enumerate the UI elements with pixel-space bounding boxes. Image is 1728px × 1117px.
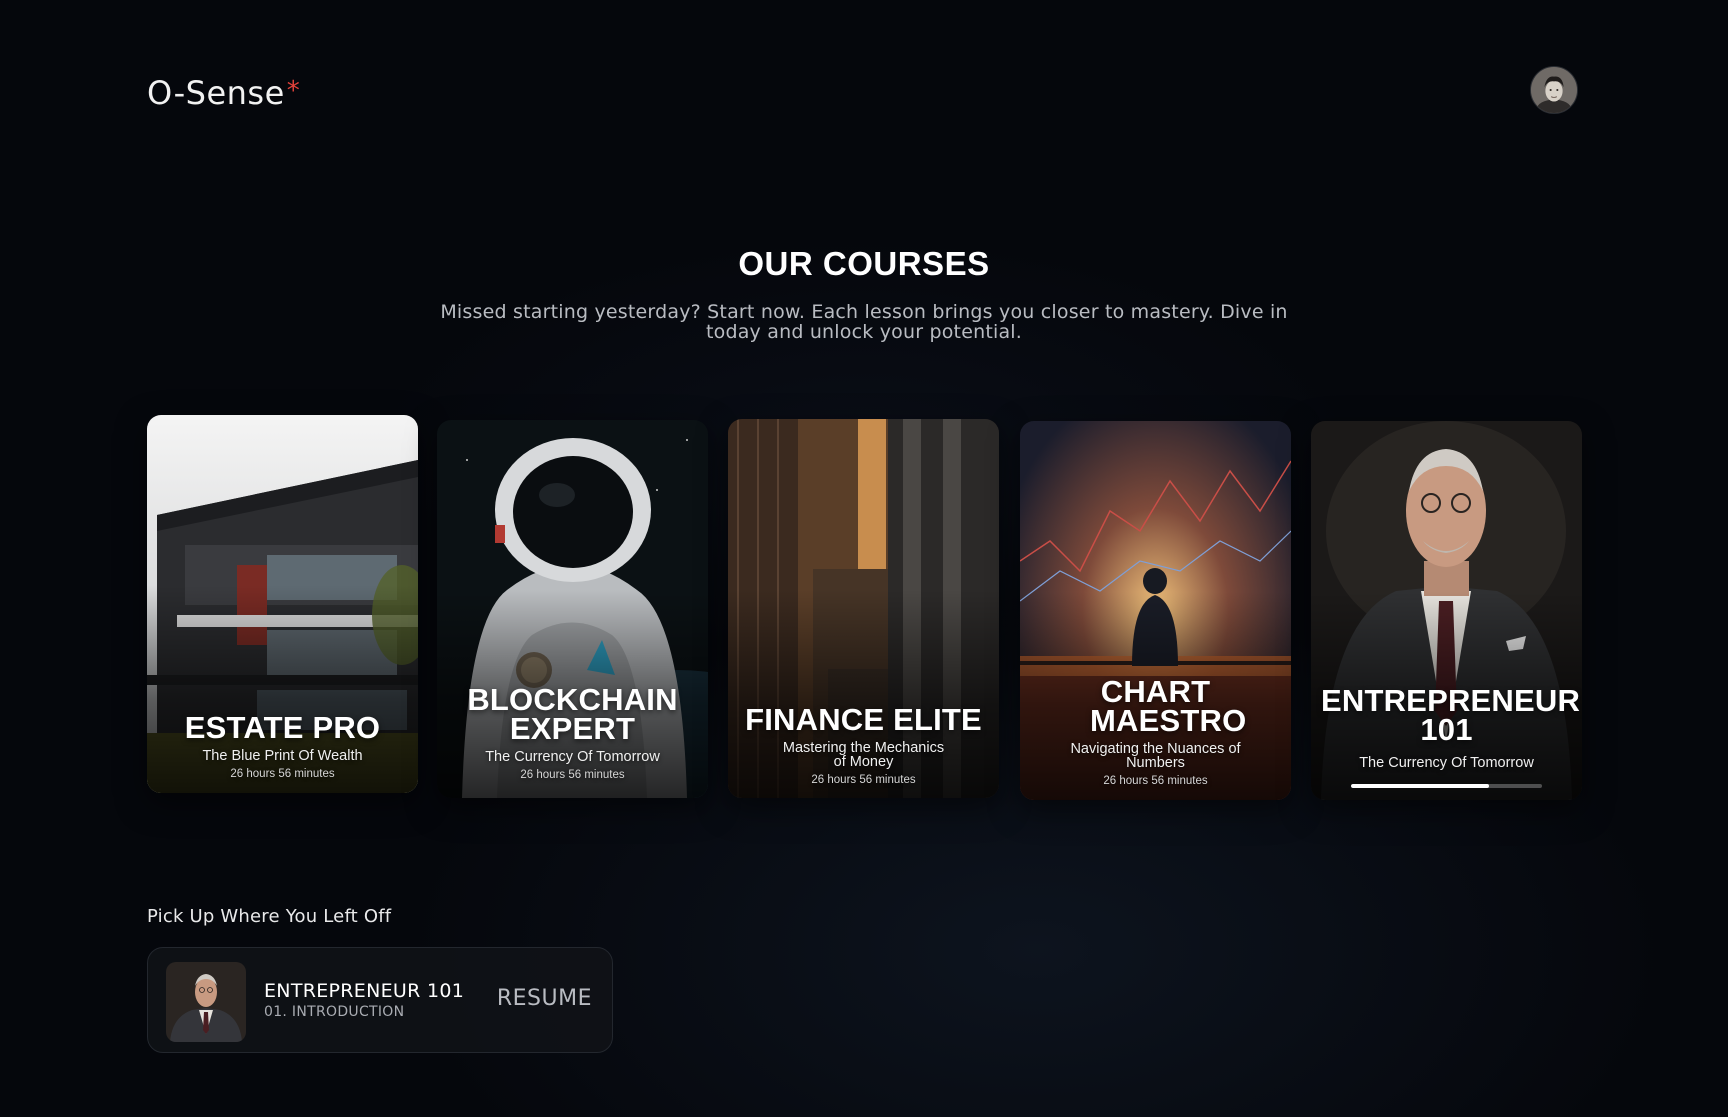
resume-course-card[interactable]: ENTREPRENEUR 101 01. INTRODUCTION RESUME	[147, 947, 613, 1053]
course-card-blockchain-expert[interactable]: BLOCKCHAIN EXPERT The Currency Of Tomorr…	[437, 420, 708, 798]
course-progress-fill	[1351, 784, 1489, 788]
course-text: BLOCKCHAIN EXPERT The Currency Of Tomorr…	[437, 682, 708, 781]
resume-lesson-title: 01. INTRODUCTION	[264, 1004, 405, 1020]
course-tagline: The Currency Of Tomorrow	[485, 749, 660, 765]
course-title: BLOCKCHAIN EXPERT	[467, 682, 678, 746]
resume-button[interactable]: RESUME	[497, 986, 592, 1011]
course-text: ENTREPRENEUR 101 The Currency Of Tomorro…	[1311, 683, 1582, 788]
course-duration: 26 hours 56 minutes	[1103, 775, 1208, 787]
brand-star-mark: *	[286, 76, 301, 106]
course-card-entrepreneur-101[interactable]: ENTREPRENEUR 101 The Currency Of Tomorro…	[1311, 421, 1582, 800]
course-card-finance-elite[interactable]: FINANCE ELITE Mastering the Mechanics of…	[728, 419, 999, 798]
continue-section-label: Pick Up Where You Left Off	[147, 906, 392, 927]
course-title: ENTREPRENEUR 101	[1321, 683, 1581, 747]
section-subtitle: Missed starting yesterday? Start now. Ea…	[440, 301, 1288, 343]
course-progress-bar	[1351, 784, 1542, 788]
course-tagline: The Currency Of Tomorrow	[1359, 755, 1534, 771]
course-duration: 26 hours 56 minutes	[811, 774, 916, 786]
course-duration: 26 hours 56 minutes	[230, 768, 335, 780]
course-tagline: Mastering the Mechanics of Money	[782, 740, 945, 770]
user-avatar-icon[interactable]	[1530, 66, 1578, 114]
brand-name: O-Sense	[147, 74, 285, 112]
course-text: ESTATE PRO The Blue Print Of Wealth 26 h…	[147, 710, 418, 780]
course-card-estate-pro[interactable]: ESTATE PRO The Blue Print Of Wealth 26 h…	[147, 415, 418, 793]
brand-logo[interactable]: O-Sense*	[147, 74, 300, 112]
course-card-chart-maestro[interactable]: CHART MAESTRO Navigating the Nuances of …	[1020, 421, 1291, 800]
course-title: CHART MAESTRO	[1090, 674, 1247, 738]
course-title: ESTATE PRO	[184, 710, 381, 745]
course-tagline: Navigating the Nuances of Numbers	[1070, 741, 1241, 771]
course-text: CHART MAESTRO Navigating the Nuances of …	[1020, 674, 1291, 787]
course-text: FINANCE ELITE Mastering the Mechanics of…	[728, 702, 999, 786]
course-duration: 26 hours 56 minutes	[520, 769, 625, 781]
section-title: OUR COURSES	[738, 245, 990, 282]
resume-course-thumbnail	[166, 962, 246, 1042]
resume-course-title: ENTREPRENEUR 101	[264, 980, 465, 1002]
course-tagline: The Blue Print Of Wealth	[202, 748, 363, 764]
course-title: FINANCE ELITE	[745, 702, 982, 737]
